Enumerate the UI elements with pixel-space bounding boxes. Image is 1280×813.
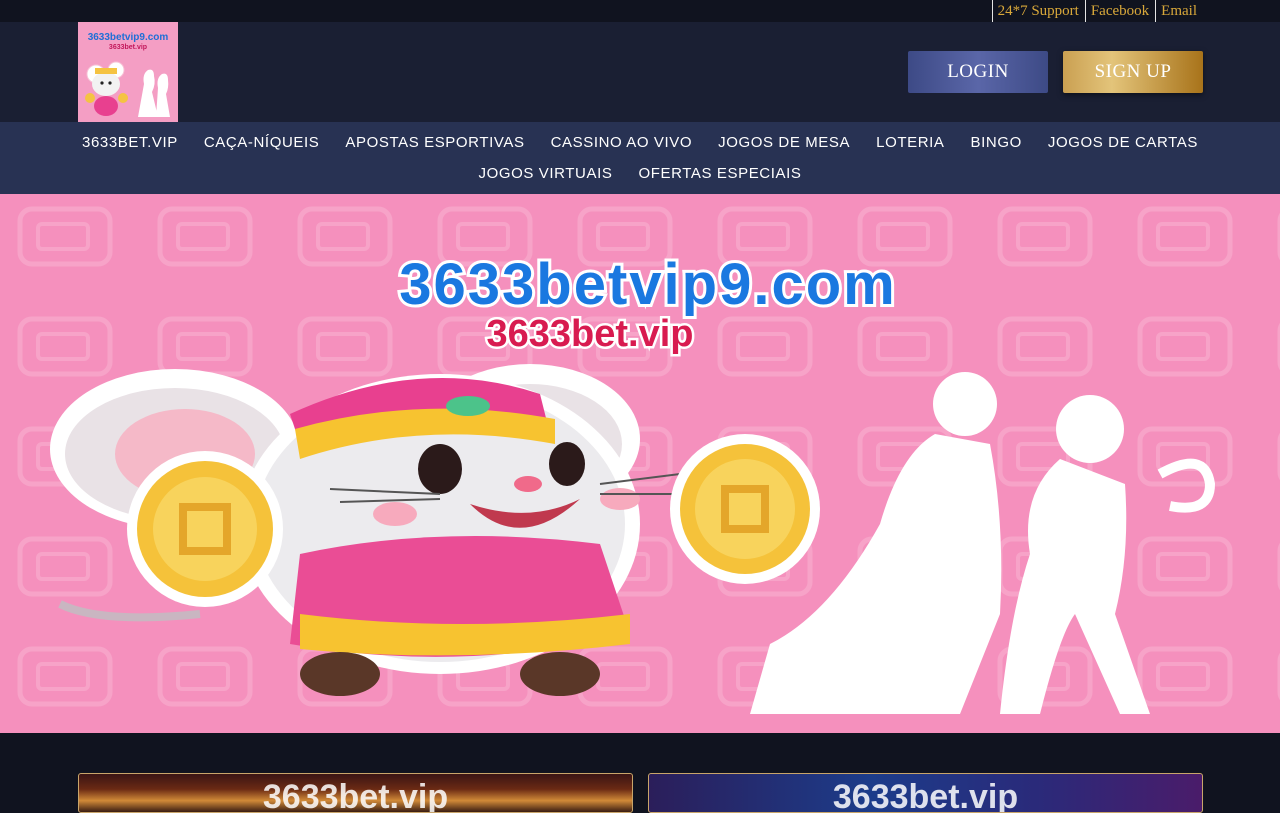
nav-item-live-casino[interactable]: CASSINO AO VIVO xyxy=(538,132,706,154)
nav-row-2: JOGOS VIRTUAIS OFERTAS ESPECIAIS xyxy=(0,163,1280,185)
hero-banner[interactable]: 3633betvip9.com 3633bet.vip xyxy=(0,194,1280,733)
nav-item-special-offers[interactable]: OFERTAS ESPECIAIS xyxy=(625,163,814,185)
hero-title: 3633betvip9.com xyxy=(399,252,896,317)
nav-item-lottery[interactable]: LOTERIA xyxy=(863,132,957,154)
promo-card-2-text: 3633bet.vip xyxy=(832,778,1019,813)
facebook-link[interactable]: Facebook xyxy=(1084,0,1155,22)
promo-card-1-text: 3633bet.vip xyxy=(262,778,449,813)
nav-item-sports[interactable]: APOSTAS ESPORTIVAS xyxy=(332,132,537,154)
top-links: 24*7 Support Facebook Email xyxy=(991,0,1203,22)
site-header: 3633betvip9.com 3633bet.vip LOGIN SIGN U… xyxy=(0,22,1280,122)
nav-item-card-games[interactable]: JOGOS DE CARTAS xyxy=(1035,132,1211,154)
logo-line2: 3633bet.vip xyxy=(109,44,147,51)
promo-card-1[interactable]: 3633bet.vip xyxy=(78,773,633,813)
nav-item-home[interactable]: 3633BET.VIP xyxy=(69,132,191,154)
nav-item-slots[interactable]: CAÇA-NÍQUEIS xyxy=(191,132,333,154)
main-navigation: 3633BET.VIP CAÇA-NÍQUEIS APOSTAS ESPORTI… xyxy=(0,122,1280,194)
hero-illustration: 3633betvip9.com 3633bet.vip xyxy=(0,194,1280,733)
nav-item-bingo[interactable]: BINGO xyxy=(958,132,1035,154)
nav-item-table-games[interactable]: JOGOS DE MESA xyxy=(705,132,863,154)
support-link[interactable]: 24*7 Support xyxy=(991,0,1085,22)
login-button[interactable]: LOGIN xyxy=(908,51,1048,93)
nav-item-virtual-games[interactable]: JOGOS VIRTUAIS xyxy=(465,163,625,185)
logo-mascot-icon: 3633betvip9.com 3633bet.vip xyxy=(78,22,178,122)
signup-button[interactable]: SIGN UP xyxy=(1063,51,1203,93)
hero-subtitle: 3633bet.vip xyxy=(487,313,694,355)
promo-card-2[interactable]: 3633bet.vip xyxy=(648,773,1203,813)
nav-row-1: 3633BET.VIP CAÇA-NÍQUEIS APOSTAS ESPORTI… xyxy=(0,132,1280,154)
email-link[interactable]: Email xyxy=(1155,0,1203,22)
site-logo[interactable]: 3633betvip9.com 3633bet.vip xyxy=(78,22,178,122)
top-utility-bar: 24*7 Support Facebook Email xyxy=(0,0,1280,22)
logo-line1: 3633betvip9.com xyxy=(88,32,169,43)
